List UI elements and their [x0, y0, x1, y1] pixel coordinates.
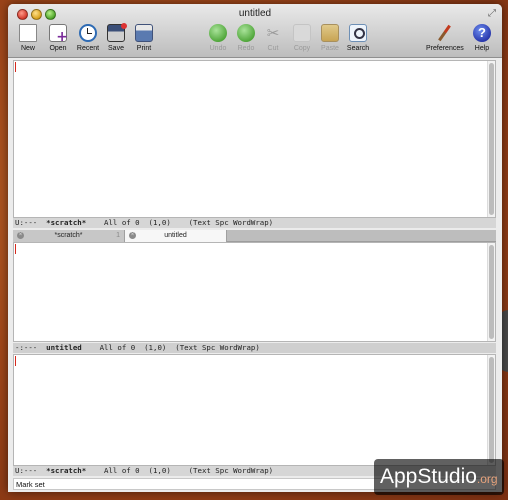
help-icon: ? — [473, 24, 491, 42]
new-label: New — [20, 45, 35, 52]
preferences-button[interactable]: Preferences — [426, 24, 464, 56]
copy-label: Copy — [293, 45, 311, 52]
undo-arrow-icon — [209, 24, 227, 42]
printer-icon — [135, 24, 153, 42]
tab-scratch[interactable]: × *scratch* 1 — [13, 230, 125, 242]
vertical-scrollbar[interactable] — [487, 61, 495, 217]
modeline-top: U:--- *scratch* All of 0 (1,0) (Text Spc… — [13, 218, 496, 228]
brush-icon — [435, 24, 453, 42]
clock-icon — [79, 24, 97, 42]
redo-label: Redo — [237, 45, 255, 52]
modeline-buffer-name: untitled — [46, 343, 82, 352]
editor-pane-middle[interactable] — [13, 242, 496, 342]
cut-label: Cut — [267, 45, 279, 52]
new-document-icon — [19, 24, 37, 42]
help-button[interactable]: ? Help — [467, 24, 497, 56]
search-label: Search — [346, 45, 370, 52]
modeline-buffer-name: *scratch* — [46, 218, 87, 227]
paste-label: Paste — [321, 45, 339, 52]
copy-icon — [293, 24, 311, 42]
modeline-state: U:--- — [15, 218, 38, 227]
title-bar: untitled ⤢ New Open Recent Save Print Un… — [8, 4, 502, 58]
editor-pane-top[interactable] — [13, 60, 496, 218]
modeline-buffer-name: *scratch* — [46, 466, 87, 475]
window-title: untitled — [238, 8, 272, 19]
clipboard-icon — [321, 24, 339, 42]
scissors-icon: ✂ — [266, 24, 280, 42]
paste-button[interactable]: Paste — [315, 24, 345, 56]
vertical-scrollbar[interactable] — [487, 243, 495, 341]
modeline-position: All of 0 — [104, 466, 140, 475]
save-label: Save — [108, 45, 124, 52]
undo-button[interactable]: Undo — [203, 24, 233, 56]
buffer-tab-bar: × *scratch* 1 × untitled — [13, 230, 496, 242]
print-button[interactable]: Print — [129, 24, 159, 56]
text-cursor — [15, 244, 16, 254]
tab-untitled[interactable]: × untitled — [125, 230, 227, 242]
editor-pane-bottom[interactable] — [13, 354, 496, 466]
open-button[interactable]: Open — [43, 24, 73, 56]
tab-label: untitled — [164, 232, 187, 239]
redo-arrow-icon — [237, 24, 255, 42]
appstudio-watermark: AppStudio.org — [374, 459, 504, 495]
scroll-thumb[interactable] — [489, 63, 494, 215]
copy-button[interactable]: Copy — [287, 24, 317, 56]
tab-number: 1 — [116, 232, 120, 239]
help-label: Help — [474, 45, 490, 52]
search-button[interactable]: Search — [343, 24, 373, 56]
modeline-cursor: (1,0) — [148, 466, 171, 475]
modeline-state: U:--- — [15, 466, 38, 475]
fullscreen-icon[interactable]: ⤢ — [488, 8, 496, 19]
modeline-position: All of 0 — [104, 218, 140, 227]
modeline-modes: (Text Spc WordWrap) — [175, 343, 260, 352]
open-folder-icon — [49, 24, 68, 45]
redo-button[interactable]: Redo — [231, 24, 261, 56]
app-window: untitled ⤢ New Open Recent Save Print Un… — [8, 4, 502, 492]
undo-label: Undo — [209, 45, 227, 52]
text-cursor — [15, 356, 16, 366]
text-cursor — [15, 62, 16, 72]
open-label: Open — [49, 45, 67, 52]
preferences-label: Preferences — [426, 45, 464, 52]
watermark-text: AppStudio — [380, 465, 477, 488]
modeline-cursor: (1,0) — [148, 218, 171, 227]
save-disk-icon — [107, 23, 127, 42]
recent-label: Recent — [76, 45, 100, 52]
modeline-position: All of 0 — [99, 343, 136, 352]
print-label: Print — [136, 45, 152, 52]
modeline-state: -:--- — [15, 343, 38, 352]
modeline-modes: (Text Spc WordWrap) — [188, 218, 274, 227]
cut-button[interactable]: ✂ Cut — [258, 24, 288, 56]
modeline-cursor: (1,0) — [144, 343, 167, 352]
watermark-suffix: .org — [476, 472, 498, 486]
scroll-thumb[interactable] — [489, 357, 494, 463]
modeline-middle: -:--- untitled All of 0 (1,0) (Text Spc … — [13, 343, 496, 353]
magnifier-icon — [349, 24, 367, 42]
vertical-scrollbar[interactable] — [487, 355, 495, 465]
scroll-thumb[interactable] — [489, 245, 494, 339]
tab-label: *scratch* — [54, 232, 83, 239]
new-button[interactable]: New — [13, 24, 43, 56]
save-button[interactable]: Save — [101, 23, 131, 56]
recent-button[interactable]: Recent — [73, 24, 103, 56]
modeline-modes: (Text Spc WordWrap) — [188, 466, 274, 475]
